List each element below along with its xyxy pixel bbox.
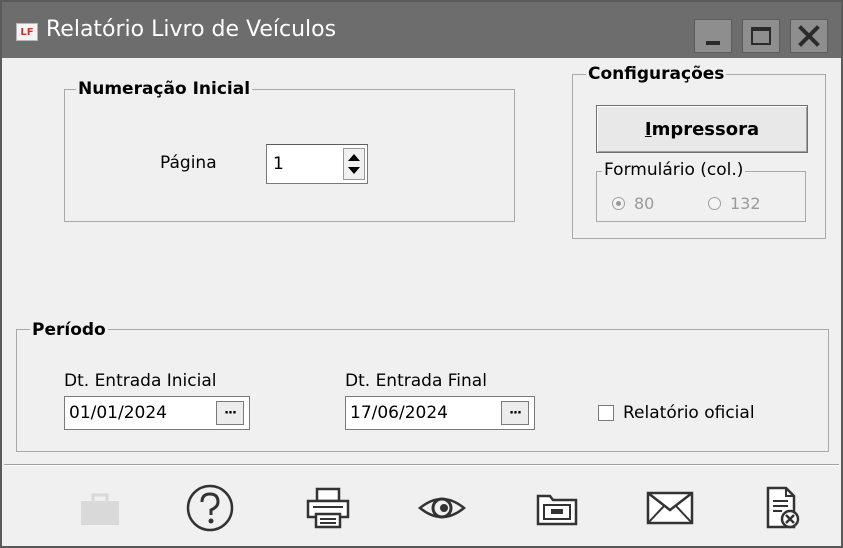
numeracao-legend: Numeração Inicial [76,79,253,99]
email-button[interactable] [642,484,698,532]
dt-inicial-value[interactable]: 01/01/2024 [69,403,167,423]
preview-icon [418,497,466,519]
dt-final-label: Dt. Entrada Final [345,371,487,391]
spin-arrows[interactable] [343,148,365,180]
window-title: Relatório Livro de Veículos [46,17,337,42]
close-report-icon [766,486,800,529]
impressora-button[interactable]: Impressora [596,105,808,153]
radio-132[interactable]: 132 [708,194,761,213]
radio-132-dot[interactable] [708,197,721,210]
help-button[interactable] [182,484,238,532]
relatorio-oficial-checkbox[interactable]: Relatório oficial [598,403,755,423]
preview-button[interactable] [414,484,470,532]
radio-80-dot[interactable] [612,197,625,210]
periodo-legend: Período [30,320,108,340]
checkbox-box[interactable] [598,405,614,421]
dt-final-value[interactable]: 17/06/2024 [350,403,448,423]
formulario-legend: Formulário (col.) [602,160,746,180]
pagina-label: Página [160,153,217,173]
briefcase-button [72,484,128,532]
impressora-mnemonic: I [644,118,652,140]
radio-80[interactable]: 80 [612,194,654,213]
folder-button[interactable] [529,484,585,532]
close-button[interactable] [790,19,828,53]
pagina-value[interactable]: 1 [273,154,284,174]
report-window: LF Relatório Livro de Veículos Numeração… [0,0,843,548]
maximize-button[interactable] [742,19,780,53]
minimize-button[interactable] [694,19,732,53]
briefcase-icon [81,493,119,525]
dt-final-field[interactable]: 17/06/2024 ··· [345,396,535,430]
spin-down-icon[interactable] [348,167,360,174]
radio-132-label: 132 [730,194,761,213]
dt-inicial-label: Dt. Entrada Inicial [64,371,217,391]
mail-icon [646,491,694,525]
dt-inicial-field[interactable]: 01/01/2024 ··· [64,396,250,430]
toolbar-divider [4,464,839,466]
app-icon: LF [16,23,38,41]
dt-final-picker-button[interactable]: ··· [501,401,529,425]
close-report-button[interactable] [754,484,810,532]
help-icon [186,484,234,532]
configuracoes-legend: Configurações [586,64,727,84]
title-bar[interactable]: LF Relatório Livro de Veículos [2,2,841,58]
close-icon [798,25,820,47]
print-button[interactable] [300,484,356,532]
printer-icon [306,487,350,529]
dt-inicial-picker-button[interactable]: ··· [216,401,244,425]
relatorio-oficial-label: Relatório oficial [623,403,755,423]
radio-80-label: 80 [634,194,655,213]
pagina-spinner[interactable]: 1 [266,144,368,184]
spin-up-icon[interactable] [348,154,360,161]
folder-icon [536,494,578,526]
impressora-label: mpressora [651,118,760,140]
